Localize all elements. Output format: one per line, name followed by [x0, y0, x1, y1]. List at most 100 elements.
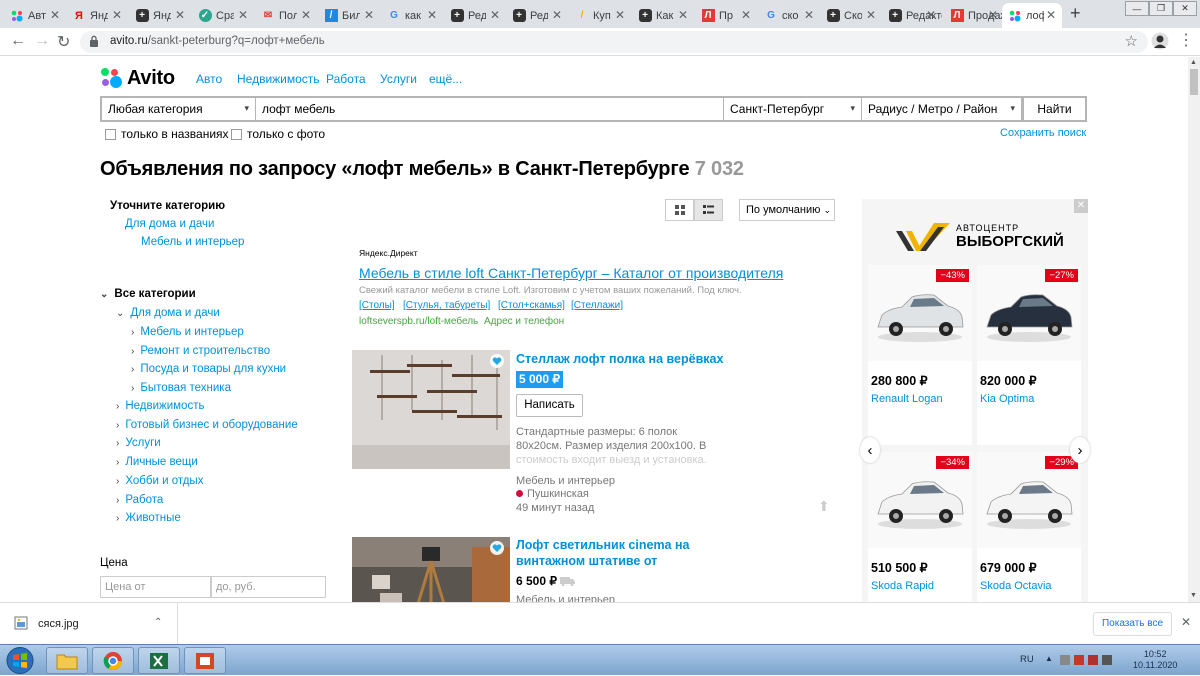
browser-tab[interactable]: Л Продаж ✕ — [944, 3, 1004, 28]
car-offer-card[interactable]: −34% 510 500 ₽ Skoda Rapid — [868, 452, 972, 602]
maximize-window-button[interactable]: ❐ — [1149, 1, 1173, 16]
with-photo-checkbox[interactable]: только с фото — [231, 127, 325, 141]
subcategory-link[interactable]: › Ремонт и строительство — [131, 345, 270, 357]
price-from-input[interactable]: Цена от — [100, 576, 211, 598]
scroll-to-top-icon[interactable]: ⬆ — [818, 498, 830, 515]
browser-menu-icon[interactable]: ⋮ — [1178, 30, 1194, 50]
browser-tab[interactable]: / Куп ✕ — [569, 3, 631, 28]
all-categories-title[interactable]: ⌄ Все категории — [100, 288, 196, 300]
car-model-link[interactable]: Skoda Rapid — [871, 580, 934, 592]
browser-tab[interactable]: Gкак ✕ — [381, 3, 443, 28]
direct-link-tables[interactable]: [Столы] — [359, 300, 395, 311]
close-tab-icon[interactable]: ✕ — [926, 8, 936, 22]
category-link[interactable]: › Готовый бизнес и оборудование — [116, 419, 298, 431]
close-downloads-icon[interactable]: ✕ — [1181, 615, 1191, 629]
address-bar[interactable]: avito.ru/sankt-peterburg?q=лофт+мебель ☆ — [80, 31, 1148, 53]
heart-icon[interactable] — [490, 354, 504, 368]
close-tab-icon[interactable]: ✕ — [238, 8, 248, 22]
taskbar-explorer[interactable] — [46, 647, 88, 674]
reload-icon[interactable]: ↻ — [57, 32, 70, 52]
taskbar-app[interactable] — [184, 647, 226, 674]
listing-title[interactable]: Стеллаж лофт полка на верёвках — [516, 351, 723, 368]
close-tab-icon[interactable]: ✕ — [490, 8, 500, 22]
nav-auto[interactable]: Авто — [196, 72, 222, 86]
close-tab-icon[interactable]: ✕ — [112, 8, 122, 22]
browser-tab[interactable]: + Ред ✕ — [444, 3, 506, 28]
bookmark-star-icon[interactable]: ☆ — [1125, 32, 1138, 50]
save-search-link[interactable]: Сохранить поиск — [1000, 127, 1086, 139]
grid-view-button[interactable] — [665, 199, 694, 221]
category-home[interactable]: ⌄ Для дома и дачи — [116, 307, 220, 319]
page-scrollbar[interactable]: ▲ ▼ — [1188, 57, 1200, 602]
heart-icon[interactable] — [490, 541, 504, 555]
lock-icon[interactable] — [89, 35, 99, 47]
write-message-button[interactable]: Написать — [516, 394, 583, 417]
browser-tab[interactable]: + Ред ✕ — [506, 3, 568, 28]
listing-title-line[interactable]: Лофт светильник cinema на — [516, 537, 689, 554]
refine-furniture-link[interactable]: Мебель и интерьер — [141, 236, 244, 248]
checkbox-box[interactable] — [231, 128, 242, 140]
profile-avatar-icon[interactable] — [1151, 32, 1169, 50]
nav-jobs[interactable]: Работа — [326, 72, 366, 86]
taskbar-chrome[interactable] — [92, 647, 134, 674]
taskbar-excel[interactable] — [138, 647, 180, 674]
listing-photo[interactable] — [352, 537, 510, 602]
sort-select[interactable]: По умолчанию ⌄ — [739, 199, 835, 221]
nav-more[interactable]: ещё... — [429, 72, 462, 86]
direct-link-table-bench[interactable]: [Стол+скамья] — [498, 300, 565, 311]
radius-select[interactable]: Радиус / Метро / Район ▾ — [862, 98, 1022, 120]
browser-tab[interactable]: + Янд ✕ — [129, 3, 191, 28]
direct-ad-title[interactable]: Мебель в стиле loft Санкт-Петербург – Ка… — [359, 265, 783, 281]
close-tab-icon[interactable]: ✕ — [866, 8, 876, 22]
show-all-downloads-button[interactable]: Показать все — [1093, 612, 1172, 636]
close-tab-icon[interactable]: ✕ — [175, 8, 185, 22]
system-tray-icons[interactable] — [1060, 653, 1120, 667]
close-tab-icon[interactable]: ✕ — [364, 8, 374, 22]
system-clock[interactable]: 10:52 10.11.2020 — [1133, 649, 1177, 671]
close-ad-icon[interactable]: ✕ — [1074, 199, 1088, 213]
banner-next-arrow-icon[interactable]: › — [1070, 437, 1090, 463]
subcategory-link[interactable]: › Мебель и интерьер — [131, 326, 244, 338]
close-tab-icon[interactable]: ✕ — [678, 8, 688, 22]
category-select[interactable]: Любая категория ▾ — [102, 98, 256, 120]
close-tab-icon[interactable]: ✕ — [301, 8, 311, 22]
direct-link-shelves[interactable]: [Стеллажи] — [571, 300, 623, 311]
close-tab-icon[interactable]: ✕ — [804, 8, 814, 22]
car-model-link[interactable]: Kia Optima — [980, 393, 1034, 405]
car-model-link[interactable]: Renault Logan — [871, 393, 943, 405]
banner-prev-arrow-icon[interactable]: ‹ — [860, 437, 880, 463]
listing-title-line[interactable]: винтажном штативе от — [516, 553, 657, 570]
price-to-input[interactable]: до, руб. — [211, 576, 326, 598]
close-tab-icon[interactable]: ✕ — [988, 8, 998, 22]
listing-photo[interactable] — [352, 350, 510, 469]
car-offer-card[interactable]: −29% 679 000 ₽ Skoda Octavia — [977, 452, 1081, 602]
titles-only-checkbox[interactable]: только в названиях — [105, 127, 229, 141]
browser-tab[interactable]: Я Янд ✕ — [66, 3, 128, 28]
close-tab-icon[interactable]: ✕ — [1046, 8, 1056, 22]
subcategory-link[interactable]: › Посуда и товары для кухни — [131, 363, 286, 375]
close-tab-icon[interactable]: ✕ — [427, 8, 437, 22]
checkbox-box[interactable] — [105, 128, 116, 140]
dealer-banner-ad[interactable]: ✕ АВТОЦЕНТР ВЫБОРГСКИЙ −43% 280 800 ₽ Rena… — [860, 199, 1090, 602]
browser-tab[interactable]: Авт ✕ — [4, 3, 66, 28]
new-tab-button[interactable]: + — [1070, 3, 1081, 24]
tray-expand-icon[interactable]: ▲ — [1045, 654, 1053, 663]
browser-tab[interactable]: ✉ Пол ✕ — [255, 3, 317, 28]
close-tab-icon[interactable]: ✕ — [50, 8, 60, 22]
nav-services[interactable]: Услуги — [380, 72, 417, 86]
search-input[interactable]: лофт мебель — [256, 98, 724, 120]
subcategory-link[interactable]: › Бытовая техника — [131, 382, 231, 394]
category-link[interactable]: › Личные вещи — [116, 456, 198, 468]
browser-tab[interactable]: + Как ✕ — [632, 3, 694, 28]
forward-arrow-icon[interactable]: → — [34, 32, 50, 50]
category-link[interactable]: › Животные — [116, 512, 181, 524]
category-link[interactable]: › Работа — [116, 494, 163, 506]
browser-tab[interactable]: ✓ Сра ✕ — [192, 3, 254, 28]
back-arrow-icon[interactable]: ← — [10, 32, 26, 50]
category-link[interactable]: › Хобби и отдых — [116, 475, 203, 487]
category-link[interactable]: › Услуги — [116, 437, 161, 449]
browser-tab[interactable]: Л Пр ✕ — [695, 3, 757, 28]
direct-link-chairs[interactable]: [Стулья, табуреты] — [403, 300, 490, 311]
scroll-up-arrow-icon[interactable]: ▲ — [1190, 59, 1197, 66]
browser-tab[interactable]: Gско ✕ — [758, 3, 820, 28]
